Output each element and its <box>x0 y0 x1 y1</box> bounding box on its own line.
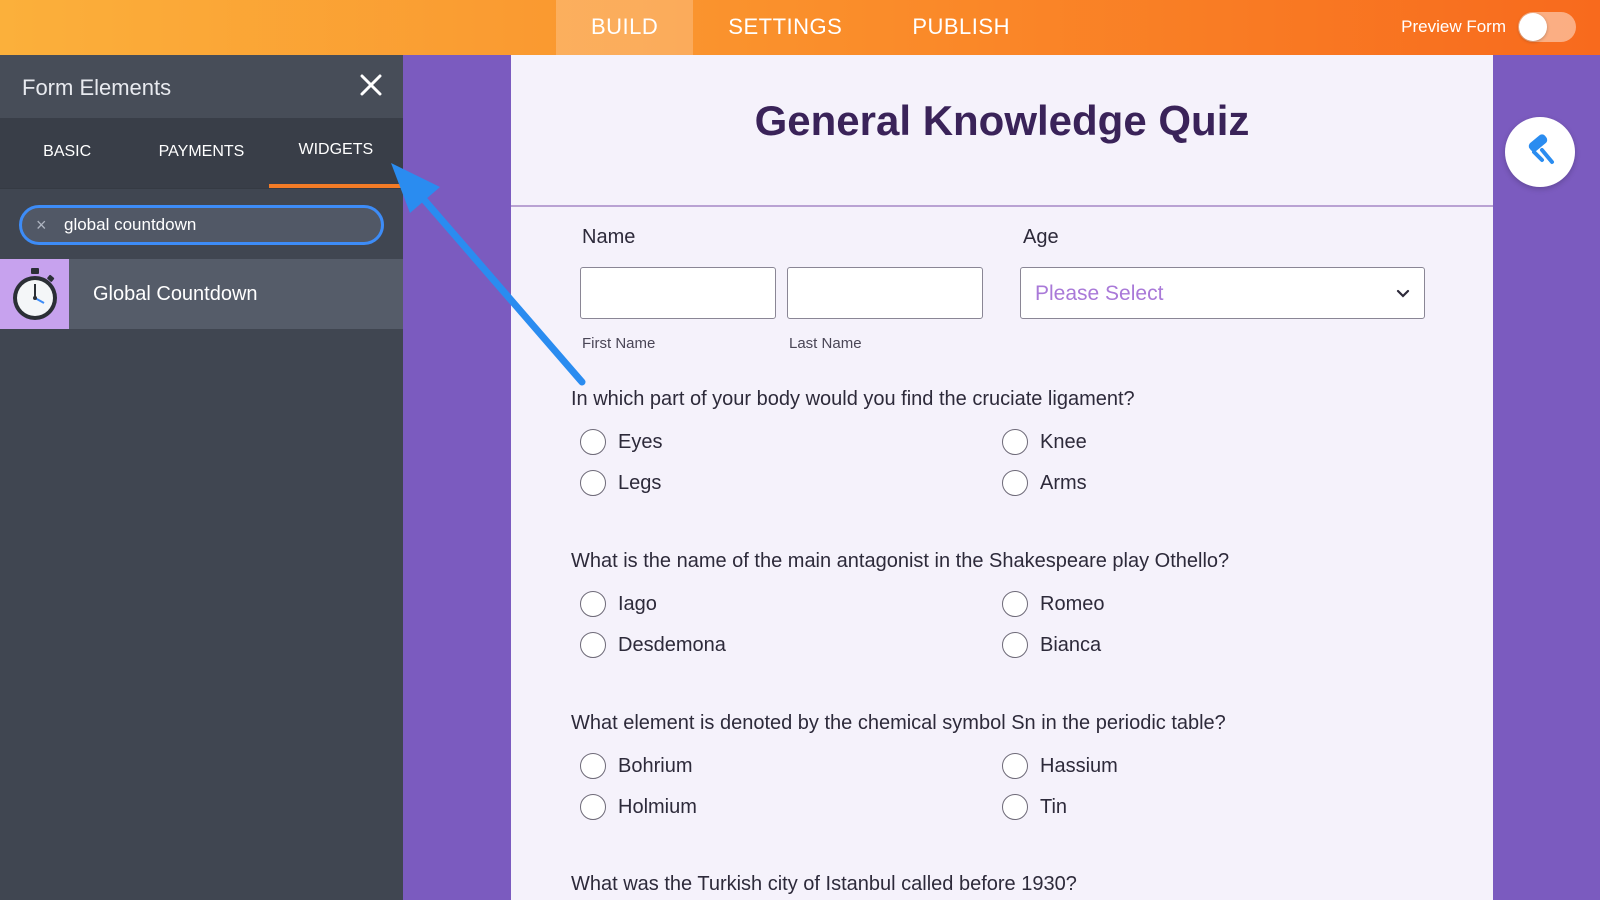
age-select-placeholder: Please Select <box>1035 282 1164 305</box>
radio-button[interactable] <box>580 591 606 617</box>
stopwatch-icon <box>0 259 69 329</box>
question-3: What element is denoted by the chemical … <box>571 712 1226 734</box>
option-legs[interactable]: Legs <box>580 470 661 496</box>
name-label: Name <box>582 226 636 248</box>
radio-button[interactable] <box>1002 753 1028 779</box>
option-label: Arms <box>1040 471 1087 494</box>
tab-publish[interactable]: PUBLISH <box>877 0 1045 55</box>
last-name-input[interactable] <box>787 267 983 319</box>
top-bar: BUILD SETTINGS PUBLISH Preview Form <box>0 0 1600 55</box>
option-label: Eyes <box>618 430 663 453</box>
option-arms[interactable]: Arms <box>1002 470 1087 496</box>
radio-button[interactable] <box>1002 470 1028 496</box>
option-knee[interactable]: Knee <box>1002 429 1087 455</box>
search-box: × <box>19 205 384 245</box>
preview-form-label: Preview Form <box>1401 17 1506 36</box>
tab-widgets[interactable]: WIDGETS <box>268 118 403 188</box>
form-header[interactable]: General Knowledge Quiz <box>511 55 1493 207</box>
option-bohrium[interactable]: Bohrium <box>580 753 692 779</box>
radio-button[interactable] <box>580 794 606 820</box>
first-name-input[interactable] <box>580 267 776 319</box>
option-label: Bohrium <box>618 754 693 777</box>
radio-button[interactable] <box>1002 429 1028 455</box>
option-romeo[interactable]: Romeo <box>1002 591 1104 617</box>
tab-settings[interactable]: SETTINGS <box>693 0 877 55</box>
option-label: Hassium <box>1040 754 1118 777</box>
option-holmium[interactable]: Holmium <box>580 794 697 820</box>
form-title: General Knowledge Quiz <box>754 97 1250 144</box>
question-1: In which part of your body would you fin… <box>571 388 1135 410</box>
age-label: Age <box>1023 226 1059 248</box>
last-name-sublabel: Last Name <box>789 335 862 352</box>
search-input[interactable] <box>64 215 364 235</box>
option-label: Tin <box>1040 795 1068 818</box>
widget-result-item[interactable]: Global Countdown <box>0 259 403 329</box>
age-select[interactable]: Please Select <box>1020 267 1425 319</box>
radio-button[interactable] <box>580 470 606 496</box>
option-bianca[interactable]: Bianca <box>1002 632 1101 658</box>
widget-result-label: Global Countdown <box>93 282 258 305</box>
tab-payments[interactable]: PAYMENTS <box>134 118 268 188</box>
first-name-sublabel: First Name <box>582 335 656 352</box>
option-label: Bianca <box>1040 633 1102 656</box>
option-label: Knee <box>1040 430 1087 453</box>
tab-build[interactable]: BUILD <box>556 0 694 55</box>
toggle-knob <box>1519 13 1547 41</box>
top-nav: BUILD SETTINGS PUBLISH <box>556 0 1045 55</box>
option-desdemona[interactable]: Desdemona <box>580 632 726 658</box>
preview-form-toggle[interactable] <box>1518 12 1576 42</box>
option-label: Holmium <box>618 795 697 818</box>
panel-title: Form Elements <box>22 75 172 100</box>
form-elements-panel: Form Elements BASIC PAYMENTS WIDGETS × g… <box>0 55 403 900</box>
option-label: Romeo <box>1040 592 1105 615</box>
form-canvas: General Knowledge Quiz Name Age Please S… <box>511 55 1493 900</box>
tab-basic[interactable]: BASIC <box>0 118 134 188</box>
option-label: Desdemona <box>618 633 726 656</box>
radio-button[interactable] <box>580 429 606 455</box>
panel-tabs: BASIC PAYMENTS WIDGETS <box>0 118 403 188</box>
preview-form: Preview Form <box>1401 10 1576 44</box>
option-hassium[interactable]: Hassium <box>1002 753 1118 779</box>
option-iago[interactable]: Iago <box>580 591 657 617</box>
radio-button[interactable] <box>580 753 606 779</box>
radio-button[interactable] <box>1002 794 1028 820</box>
option-tin[interactable]: Tin <box>1002 794 1067 820</box>
clear-search-icon[interactable]: × <box>36 215 54 236</box>
option-eyes[interactable]: Eyes <box>580 429 662 455</box>
option-label: Iago <box>618 592 657 615</box>
radio-button[interactable] <box>1002 632 1028 658</box>
panel-header: Form Elements <box>0 55 403 118</box>
chevron-down-icon <box>1394 284 1412 307</box>
option-label: Legs <box>618 471 662 494</box>
paint-roller-icon <box>1522 132 1558 173</box>
close-icon[interactable] <box>355 69 387 101</box>
radio-button[interactable] <box>1002 591 1028 617</box>
question-2: What is the name of the main antagonist … <box>571 550 1230 572</box>
radio-button[interactable] <box>580 632 606 658</box>
search-wrapper: × <box>0 188 403 259</box>
question-4: What was the Turkish city of Istanbul ca… <box>571 873 1077 895</box>
form-designer-button[interactable] <box>1505 117 1575 187</box>
